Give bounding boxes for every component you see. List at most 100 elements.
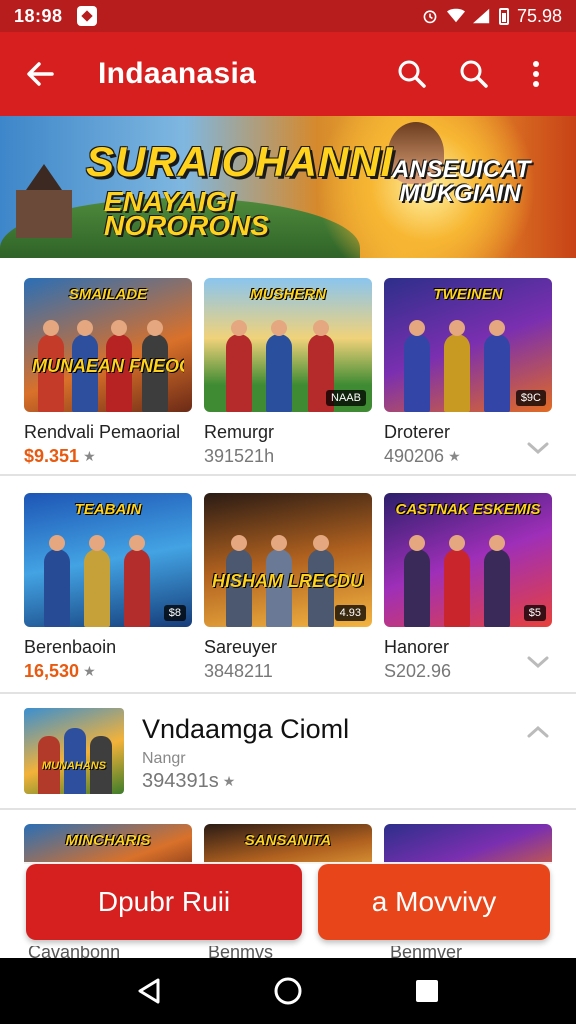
- game-card-art-title: TEABAIN: [74, 501, 142, 518]
- game-card[interactable]: MUSHERN NAAB Remurgr 391521h: [204, 278, 372, 467]
- game-card-art-subtitle: HISHAM LRECDUEN: [212, 571, 364, 591]
- alarm-icon: [423, 10, 437, 24]
- game-card-count: 391521h: [204, 446, 275, 466]
- game-card[interactable]: HISHAM LRECDUEN 4.93 Sareuyer 3848211: [204, 493, 372, 682]
- game-row-3: MINCHARIS SANSANITA: [24, 824, 552, 864]
- search-icon: [398, 60, 426, 88]
- game-card-art: TEABAIN $8: [24, 493, 192, 627]
- notification-icon: [76, 6, 97, 26]
- triangle-back-icon: [138, 978, 160, 1004]
- square-recents-icon: [415, 980, 438, 1002]
- banner-title: SURAIOHANNI: [86, 138, 394, 185]
- art-figure: [226, 320, 252, 412]
- arrow-left-icon: [27, 62, 54, 86]
- game-card-meta: 16,530 ★: [24, 661, 192, 682]
- game-card-meta: 3848211: [204, 661, 372, 682]
- more-vert-icon: [533, 61, 539, 87]
- search-button[interactable]: [392, 54, 432, 94]
- circle-home-icon: [274, 977, 302, 1005]
- game-card-art-title: MINCHARIS: [65, 832, 151, 849]
- banner-tag: ANSEUICAT MUKGIAIN: [392, 156, 531, 207]
- game-card-badge: 4.93: [334, 605, 366, 621]
- art-figure: [404, 320, 430, 412]
- art-figure: [484, 535, 510, 627]
- nav-home-button[interactable]: [266, 969, 310, 1013]
- art-figure: [266, 320, 292, 412]
- game-card-art: HISHAM LRECDUEN 4.93: [204, 493, 372, 627]
- featured-subtitle: Nangr: [142, 750, 186, 767]
- game-card-price: 16,530: [24, 661, 80, 681]
- secondary-action-button[interactable]: a Movvivy: [318, 864, 550, 940]
- game-card-badge: $8: [163, 605, 186, 621]
- game-card[interactable]: SMAILADE MUNAEAN FNEOGES Rendvali Pemaor…: [24, 278, 192, 467]
- art-figure: [44, 535, 70, 627]
- game-card-name: Sareuyer: [204, 637, 278, 657]
- nav-back-button[interactable]: [127, 969, 171, 1013]
- peek-label: Benmvs: [208, 946, 274, 958]
- art-figure: [124, 535, 150, 627]
- art-figure: [484, 320, 510, 412]
- game-card-count: S202.96: [384, 661, 452, 681]
- art-figure: [444, 535, 470, 627]
- star-icon: ★: [222, 773, 236, 789]
- back-button[interactable]: [20, 54, 60, 94]
- peek-label: Cavanbonn: [28, 946, 121, 958]
- featured-meta: 394391s ★: [142, 770, 235, 793]
- game-card-art: MINCHARIS: [24, 824, 192, 864]
- game-card-art-title: CASTNAK ESKEMIS: [395, 501, 541, 518]
- game-card[interactable]: [384, 824, 552, 864]
- section-divider: [0, 808, 576, 810]
- game-card-art: MUSHERN NAAB: [204, 278, 372, 412]
- game-row-1: SMAILADE MUNAEAN FNEOGES Rendvali Pemaor…: [24, 278, 552, 467]
- game-card-name: Remurgr: [204, 422, 275, 442]
- game-card-name: Berenbaoin: [24, 637, 117, 657]
- status-icons: 75.98: [421, 6, 562, 27]
- app-bar: Indaanasia: [0, 32, 576, 116]
- featured-collapse-button[interactable]: [524, 718, 552, 746]
- bottom-action-bar: Dpubr Ruii a Movvivy Cavanbonn Benmvs Be…: [0, 862, 576, 958]
- search-button-secondary[interactable]: [454, 54, 494, 94]
- banner-subtitle-line2: NORORONS: [104, 210, 269, 241]
- promo-banner[interactable]: SURAIOHANNI ENAYAIGI NORORONS ANSEUICAT …: [0, 116, 576, 258]
- game-card-art: [384, 824, 552, 864]
- section-divider: [0, 692, 576, 694]
- row-2-expand-button[interactable]: [524, 648, 552, 676]
- chevron-down-icon: [527, 442, 549, 455]
- battery-icon: [498, 7, 509, 25]
- status-time: 18:98: [14, 5, 63, 26]
- game-card[interactable]: SANSANITA: [204, 824, 372, 864]
- game-card-art: CASTNAK ESKEMIS $5: [384, 493, 552, 627]
- game-card[interactable]: TEABAIN $8 Berenbaoin 16,530 ★: [24, 493, 192, 682]
- game-card-count: 3848211: [204, 661, 273, 681]
- game-card-art-title: SMAILADE: [68, 286, 148, 303]
- art-figure: [84, 535, 110, 627]
- game-card-art: SMAILADE MUNAEAN FNEOGES: [24, 278, 192, 412]
- nav-recents-button[interactable]: [405, 969, 449, 1013]
- peek-label: Benmver: [390, 946, 463, 958]
- featured-thumbnail: MUNAHANS: [24, 708, 124, 794]
- game-card-art: TWEINEN $9C: [384, 278, 552, 412]
- game-card-badge: $5: [523, 605, 546, 621]
- chevron-up-icon: [527, 725, 549, 738]
- art-figure: [444, 320, 470, 412]
- search-icon: [460, 60, 488, 88]
- app-bar-actions: [392, 54, 556, 94]
- featured-list-item[interactable]: MUNAHANS Vndaamga Cioml Nangr 394391s ★: [24, 708, 552, 798]
- game-card-art: SANSANITA: [204, 824, 372, 864]
- game-card-art-subtitle: MUNAEAN FNEOGES: [32, 356, 184, 376]
- featured-art-label: MUNAHANS: [41, 760, 107, 772]
- game-card[interactable]: MINCHARIS: [24, 824, 192, 864]
- row-1-expand-button[interactable]: [524, 434, 552, 462]
- system-nav-bar: [0, 958, 576, 1024]
- game-card-name: Rendvali Pemaorial: [24, 422, 181, 442]
- featured-title: Vndaamga Cioml: [142, 714, 350, 744]
- game-card-art-title: MUSHERN: [250, 286, 326, 303]
- status-bar: 18:98 75.98: [0, 0, 576, 32]
- section-divider: [0, 474, 576, 476]
- game-row-2: TEABAIN $8 Berenbaoin 16,530 ★ HISHAM LR…: [24, 493, 552, 682]
- banner-subtitle: ENAYAIGI NORORONS: [104, 188, 269, 241]
- game-card-meta: $9.351 ★: [24, 446, 192, 467]
- page-title: Indaanasia: [98, 57, 257, 90]
- primary-action-button[interactable]: Dpubr Ruii: [26, 864, 302, 940]
- more-options-button[interactable]: [516, 54, 556, 94]
